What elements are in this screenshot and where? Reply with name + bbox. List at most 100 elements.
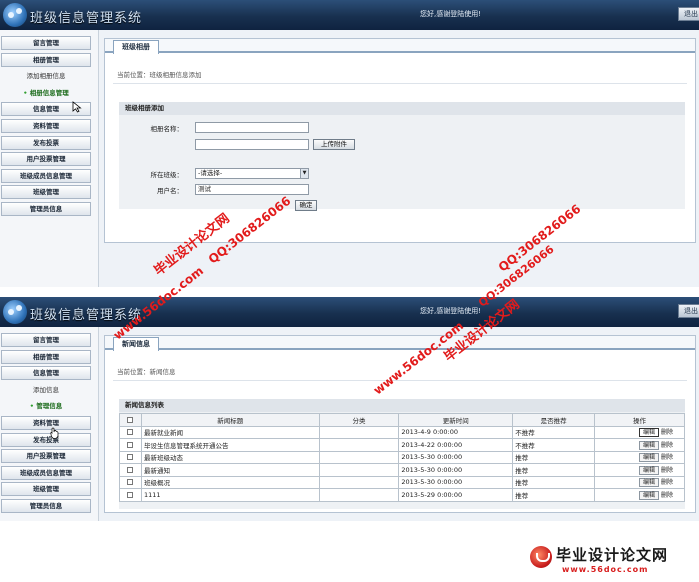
sidebar-item[interactable]: 留言管理 xyxy=(1,333,91,347)
app-logo-icon xyxy=(3,3,27,27)
sidebar-item[interactable]: 相册管理 xyxy=(1,52,91,67)
album-add-form: 班级相册添加 相册名称： 上传附件 所在班级： -请选择- ▼ 用户名： 测试 … xyxy=(119,102,685,211)
table-row: 1111 2013-5-29 0:00:00 推荐 编辑 删除 xyxy=(119,488,686,502)
tab-class-album[interactable]: 班级相册 xyxy=(113,40,159,54)
column-header: 操作 xyxy=(593,413,686,427)
form-title: 班级相册添加 xyxy=(119,102,685,115)
delete-button[interactable]: 删除 xyxy=(661,429,673,436)
top-header: 班级信息管理系统 您好,感谢登陆使用! 退出 xyxy=(0,297,699,327)
column-header: 分类 xyxy=(318,413,400,427)
category-cell xyxy=(318,463,400,477)
sidebar-subitem-active[interactable]: • 管理信息 xyxy=(1,399,91,413)
row-checkbox[interactable] xyxy=(127,441,134,448)
attachment-input[interactable] xyxy=(195,139,309,150)
username-label: 用户名： xyxy=(157,187,183,195)
actions-cell: 编辑 删除 xyxy=(593,450,686,464)
sidebar-item[interactable]: 资料管理 xyxy=(1,415,91,430)
sidebar: 留言管理 相册管理 添加相册信息 • 相册信息管理 信息管理 资料管理 发布投票 用户投票管理… xyxy=(0,36,92,219)
table-header-row: 新闻标题 分类 更新时间 是否推荐 操作 xyxy=(119,413,686,427)
sidebar-item[interactable]: 班级成员信息管理 xyxy=(1,465,91,480)
row-select-cell[interactable] xyxy=(119,438,142,452)
edit-button[interactable]: 编辑 xyxy=(638,478,659,488)
sidebar-item[interactable]: 资料管理 xyxy=(1,118,91,133)
row-select-cell[interactable] xyxy=(119,450,142,464)
updated-time-cell: 2013-5-29 0:00:00 xyxy=(398,488,514,502)
actions-cell: 编辑 删除 xyxy=(593,425,686,439)
sidebar-item[interactable]: 信息管理 xyxy=(1,366,91,381)
updated-time-cell: 2013-5-30 0:00:00 xyxy=(398,450,514,464)
sidebar-item-label: 发布投票 xyxy=(33,138,59,147)
row-checkbox[interactable] xyxy=(127,491,134,498)
sidebar-item[interactable]: 用户投票管理 xyxy=(1,449,91,464)
content-panel: 班级相册 当前位置：班级相册信息添加 班级相册添加 相册名称： 上传附件 所在班… xyxy=(104,38,696,243)
sidebar-item[interactable]: 发布投票 xyxy=(1,432,91,447)
chevron-down-icon[interactable]: ▼ xyxy=(300,169,308,178)
tab-bar: 班级相册 xyxy=(105,39,695,54)
row-select-cell[interactable] xyxy=(119,463,142,477)
row-checkbox[interactable] xyxy=(127,466,134,473)
upload-attachment-button[interactable]: 上传附件 xyxy=(313,139,355,150)
sidebar-item[interactable]: 班级管理 xyxy=(1,185,91,200)
delete-button[interactable]: 删除 xyxy=(661,454,673,461)
news-title-cell: 最新就业新闻 xyxy=(140,425,320,439)
delete-button[interactable]: 删除 xyxy=(661,479,673,486)
content-panel: 新闻信息 当前位置：新闻信息 新闻信息列表 新闻标题 分类 更新时间 是否推荐 … xyxy=(104,335,696,513)
sidebar-item[interactable]: 留言管理 xyxy=(1,36,91,50)
actions-cell: 编辑 删除 xyxy=(593,463,686,477)
sidebar-subitem[interactable]: 添加相册信息 xyxy=(1,69,91,83)
updated-time-cell: 2013-4-22 0:00:00 xyxy=(398,438,514,452)
screenshot-news-list: 班级信息管理系统 您好,感谢登陆使用! 退出 留言管理相册管理信息管理添加信息 •… xyxy=(0,297,699,521)
row-checkbox[interactable] xyxy=(127,479,134,486)
select-all-checkbox[interactable] xyxy=(127,416,134,423)
row-checkbox[interactable] xyxy=(127,429,134,436)
category-cell xyxy=(318,450,400,464)
edit-button[interactable]: 编辑 xyxy=(638,428,659,438)
screenshot-album-add: 班级信息管理系统 您好,感谢登陆使用! 退出 留言管理 相册管理 添加相册信息 • 相… xyxy=(0,0,699,287)
row-checkbox[interactable] xyxy=(127,454,134,461)
sidebar-item[interactable]: 班级成员信息管理 xyxy=(1,168,91,183)
sidebar-item-label: 班级成员信息管理 xyxy=(20,468,72,477)
row-select-cell[interactable] xyxy=(119,475,142,489)
column-header: 是否推荐 xyxy=(512,413,595,427)
tab-bar: 新闻信息 xyxy=(105,336,695,351)
footer-logo-title: 毕业设计论文网 xyxy=(556,546,669,564)
news-title-cell: 最新通知 xyxy=(140,463,320,477)
sidebar-item[interactable]: 发布投票 xyxy=(1,135,91,150)
sidebar: 留言管理相册管理信息管理添加信息 • 管理信息 资料管理发布投票用户投票管理班级成员… xyxy=(0,333,92,516)
category-cell xyxy=(318,488,400,502)
row-select-cell[interactable] xyxy=(119,425,142,439)
sidebar-subitem[interactable]: 添加信息 xyxy=(1,383,91,397)
doc-logo-icon xyxy=(530,546,552,568)
edit-button[interactable]: 编辑 xyxy=(638,440,659,450)
logout-button[interactable]: 退出 xyxy=(678,304,699,318)
edit-button[interactable]: 编辑 xyxy=(638,465,659,475)
sidebar-item[interactable]: 管理员信息 xyxy=(1,201,91,216)
select-all-cell[interactable] xyxy=(119,413,142,427)
category-cell xyxy=(318,438,400,452)
logout-button[interactable]: 退出 xyxy=(678,7,699,21)
column-header: 新闻标题 xyxy=(140,413,320,427)
class-select-value: -请选择- xyxy=(198,169,223,177)
delete-button[interactable]: 删除 xyxy=(661,442,673,449)
edit-button[interactable]: 编辑 xyxy=(638,453,659,463)
sidebar-item[interactable]: 班级管理 xyxy=(1,482,91,497)
delete-button[interactable]: 删除 xyxy=(661,467,673,474)
delete-button[interactable]: 删除 xyxy=(661,492,673,499)
sidebar-item[interactable]: 用户投票管理 xyxy=(1,152,91,167)
row-select-cell[interactable] xyxy=(119,488,142,502)
news-title-cell: 1111 xyxy=(140,488,320,502)
sidebar-item[interactable]: 管理员信息 xyxy=(1,498,91,513)
actions-cell: 编辑 删除 xyxy=(593,438,686,452)
username-input[interactable]: 测试 xyxy=(195,184,309,195)
footer-logo: 毕业设计论文网 www.56doc.com xyxy=(530,540,695,580)
submit-button[interactable]: 确定 xyxy=(295,200,317,211)
actions-cell: 编辑 删除 xyxy=(593,488,686,502)
sidebar-item-label: 相册信息管理 xyxy=(29,88,69,97)
edit-button[interactable]: 编辑 xyxy=(638,490,659,500)
class-select[interactable]: -请选择- ▼ xyxy=(195,168,309,179)
album-name-input[interactable] xyxy=(195,122,309,133)
sidebar-item[interactable]: 相册管理 xyxy=(1,349,91,364)
updated-time-cell: 2013-5-30 0:00:00 xyxy=(398,475,514,489)
sidebar-item-label: 相册管理 xyxy=(33,352,59,361)
sidebar-subitem-active[interactable]: • 相册信息管理 xyxy=(1,86,91,100)
